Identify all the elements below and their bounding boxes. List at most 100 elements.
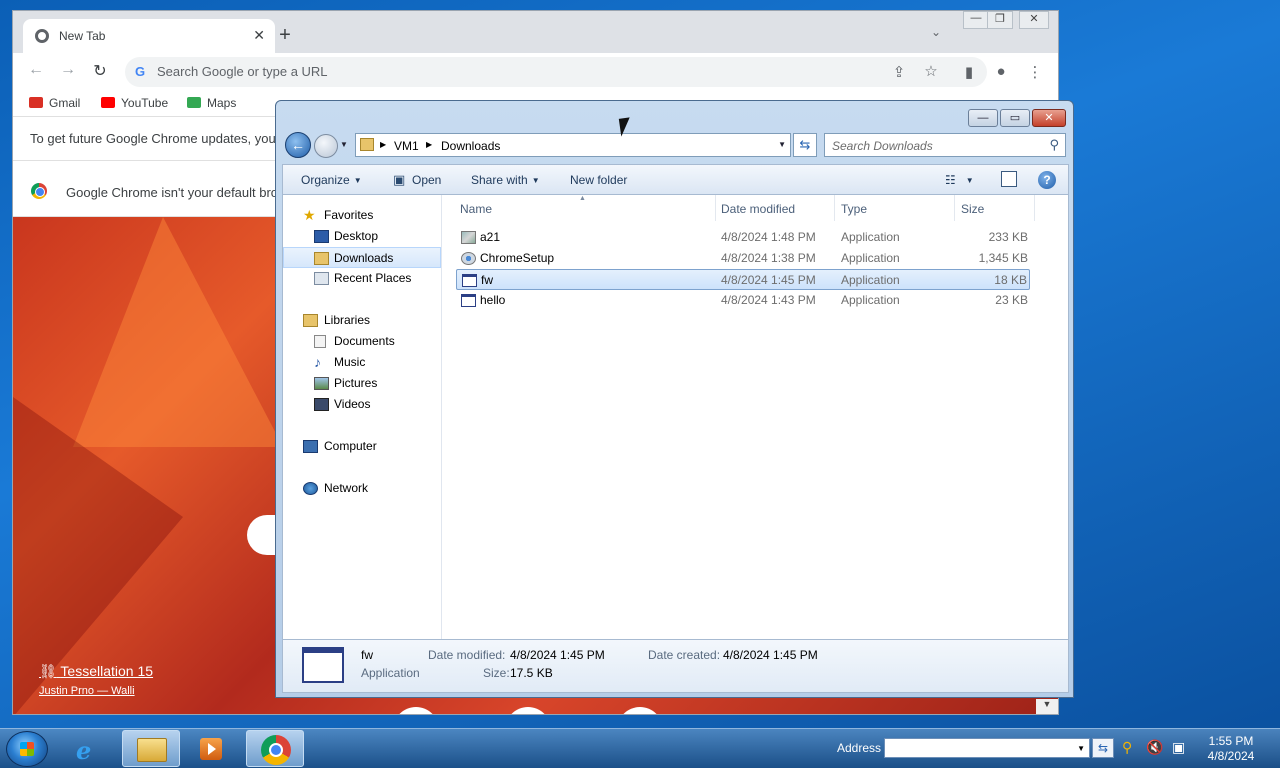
file-name: hello: [480, 293, 506, 307]
scroll-down-arrow-icon[interactable]: ▼: [1036, 699, 1058, 714]
nav-label: Downloads: [334, 251, 394, 265]
volume-muted-icon[interactable]: 🔇: [1146, 739, 1163, 756]
breadcrumb-chevron-icon[interactable]: ▶: [426, 140, 432, 149]
command-bar: Organize ▼ ▣ Open Share with ▼ New folder …: [282, 164, 1069, 195]
chrome-restore-button[interactable]: ❐: [987, 11, 1013, 29]
search-downloads-input[interactable]: Search Downloads ⚲: [824, 133, 1066, 157]
nav-documents[interactable]: Documents: [283, 331, 441, 352]
taskbar-chrome[interactable]: [246, 730, 304, 767]
refresh-icon[interactable]: ⇆: [793, 133, 817, 157]
breadcrumb-chevron-icon[interactable]: ▶: [380, 140, 386, 149]
search-icon[interactable]: ⚲: [1122, 739, 1132, 756]
nav-network[interactable]: Network: [283, 478, 441, 499]
bookmark-youtube[interactable]: YouTube: [101, 96, 168, 110]
chevron-down-icon[interactable]: ▼: [1077, 744, 1085, 753]
file-type: Application: [841, 251, 900, 265]
reload-icon[interactable]: ↻: [89, 61, 111, 81]
explorer-minimize-button[interactable]: —: [968, 109, 998, 127]
nav-downloads[interactable]: Downloads: [283, 247, 441, 268]
bookmark-maps[interactable]: Maps: [187, 96, 236, 110]
help-icon[interactable]: ?: [1038, 171, 1056, 189]
image-app-icon: [461, 231, 476, 244]
default-browser-text: Google Chrome isn't your default bro: [66, 185, 279, 200]
ntp-shortcut[interactable]: [393, 707, 439, 714]
nav-computer[interactable]: Computer: [283, 436, 441, 457]
file-row-a21[interactable]: a21 4/8/2024 1:48 PM Application 233 KB: [456, 227, 1030, 248]
nav-videos[interactable]: Videos: [283, 394, 441, 415]
background-attribution-title[interactable]: ⛓ Tessellation 15: [39, 663, 153, 680]
nav-music[interactable]: ♪ Music: [283, 352, 441, 373]
nav-recent-places[interactable]: Recent Places: [283, 268, 441, 289]
file-row-fw[interactable]: fw 4/8/2024 1:45 PM Application 18 KB: [456, 269, 1030, 290]
taskbar-address-input[interactable]: ▼: [884, 738, 1090, 758]
share-with-button[interactable]: Share with ▼: [471, 173, 540, 187]
explorer-address-bar[interactable]: ▶ VM1 ▶ Downloads ▼: [355, 133, 791, 157]
column-divider[interactable]: [954, 195, 955, 221]
file-date: 4/8/2024 1:48 PM: [721, 230, 816, 244]
chrome-minimize-button[interactable]: —: [963, 11, 989, 29]
tab-search-icon[interactable]: ⌄: [931, 25, 941, 39]
back-arrow-icon[interactable]: ←: [25, 61, 47, 79]
nav-desktop[interactable]: Desktop: [283, 226, 441, 247]
chevron-down-icon: ▼: [353, 176, 362, 185]
system-clock[interactable]: 1:55 PM 4/8/2024: [1196, 734, 1266, 764]
column-header-name[interactable]: Name: [460, 202, 492, 216]
tab-close-icon[interactable]: ✕: [253, 27, 265, 44]
taskbar-windows-explorer[interactable]: [122, 730, 180, 767]
chrome-close-button[interactable]: ✕: [1019, 11, 1049, 29]
new-tab-button[interactable]: +: [275, 24, 295, 47]
share-icon[interactable]: ⇪: [889, 63, 909, 81]
taskbar-address-go-icon[interactable]: ⇆: [1092, 738, 1114, 758]
address-dropdown-icon[interactable]: ▼: [778, 140, 786, 149]
tab-new-tab[interactable]: New Tab ✕: [23, 19, 275, 53]
taskbar-media-player[interactable]: [182, 730, 240, 767]
explorer-maximize-button[interactable]: ▭: [1000, 109, 1030, 127]
search-icon[interactable]: ⚲: [1049, 137, 1059, 153]
file-type: Application: [841, 273, 900, 287]
column-divider[interactable]: [1034, 195, 1035, 221]
column-header-size[interactable]: Size: [961, 202, 984, 216]
recent-pages-dropdown-icon[interactable]: ▼: [340, 140, 348, 149]
nav-pictures[interactable]: Pictures: [283, 373, 441, 394]
column-header-type[interactable]: Type: [841, 202, 867, 216]
chrome-tab-icon: [35, 29, 49, 43]
new-folder-button[interactable]: New folder: [570, 173, 627, 187]
forward-arrow-icon[interactable]: →: [57, 61, 79, 79]
omnibox[interactable]: G Search Google or type a URL ⇪ ☆: [125, 57, 987, 87]
open-button[interactable]: Open: [412, 173, 441, 187]
profile-icon[interactable]: ●: [991, 63, 1011, 80]
nav-label: Libraries: [324, 313, 371, 327]
breadcrumb-vm1[interactable]: VM1: [394, 139, 419, 153]
file-row-hello[interactable]: hello 4/8/2024 1:43 PM Application 23 KB: [456, 290, 1030, 311]
bookmark-star-icon[interactable]: ☆: [921, 62, 941, 80]
start-button[interactable]: [6, 731, 48, 767]
forward-button[interactable]: [314, 134, 338, 158]
side-panel-icon[interactable]: ▮: [959, 63, 979, 81]
column-divider[interactable]: [834, 195, 835, 221]
chrome-menu-icon[interactable]: ⋮: [1025, 63, 1045, 81]
column-header-date-modified[interactable]: Date modified: [721, 202, 795, 216]
chrome-toolbar: ← → ↻ G Search Google or type a URL ⇪ ☆ …: [13, 53, 1058, 91]
link-icon: ⛓: [39, 663, 57, 679]
nav-favorites[interactable]: ★ Favorites: [283, 205, 441, 226]
back-button[interactable]: ←: [285, 132, 311, 158]
column-divider[interactable]: [715, 195, 716, 221]
network-tray-icon[interactable]: ▣: [1172, 739, 1185, 756]
nav-label: Favorites: [324, 208, 374, 222]
file-row-chromesetup[interactable]: ChromeSetup 4/8/2024 1:38 PM Application…: [456, 248, 1030, 269]
file-date: 4/8/2024 1:43 PM: [721, 293, 816, 307]
explorer-close-button[interactable]: ✕: [1032, 109, 1066, 127]
background-attribution-author[interactable]: Justin Prno — Walli: [39, 685, 135, 697]
breadcrumb-downloads[interactable]: Downloads: [441, 139, 500, 153]
folder-icon: [137, 738, 167, 762]
preview-pane-icon[interactable]: [1001, 171, 1017, 187]
change-view-button[interactable]: ☷ ▼: [945, 173, 974, 187]
ntp-shortcut[interactable]: [617, 707, 663, 714]
desktop-icon: [314, 230, 329, 243]
nav-libraries[interactable]: Libraries: [283, 310, 441, 331]
ntp-shortcut[interactable]: [505, 707, 551, 714]
tab-title: New Tab: [59, 29, 106, 43]
bookmark-gmail[interactable]: Gmail: [29, 96, 80, 110]
taskbar-internet-explorer[interactable]: e: [60, 730, 118, 767]
organize-button[interactable]: Organize ▼: [301, 173, 362, 187]
